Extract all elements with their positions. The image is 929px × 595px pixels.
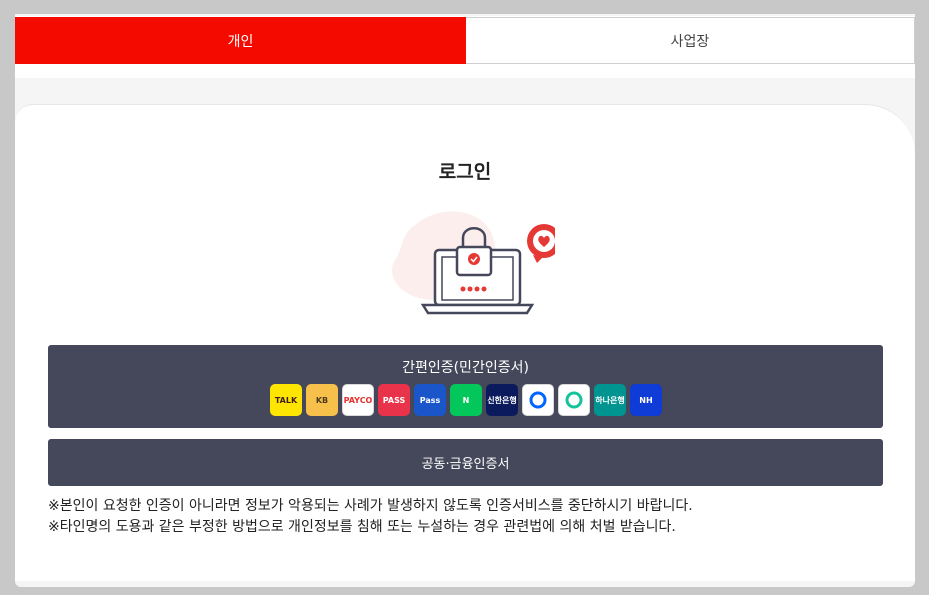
tab-business[interactable]: 사업장	[466, 17, 915, 64]
kb-bank-icon[interactable]: KB	[306, 384, 338, 416]
payco-icon[interactable]: PAYCO	[342, 384, 374, 416]
certificate-auth-button[interactable]: 공동·금융인증서	[48, 439, 883, 486]
hana-bank-icon[interactable]: 하나은행	[594, 384, 626, 416]
kakaotalk-icon[interactable]: TALK	[270, 384, 302, 416]
warning-notice: ※본인이 요청한 인증이 아니라면 정보가 악용되는 사례가 발생하지 않도록 …	[48, 496, 693, 538]
shinhan-bank-icon[interactable]: 신한은행	[486, 384, 518, 416]
pass-icon[interactable]: PASS	[378, 384, 410, 416]
simple-auth-label: 간편인증(민간인증서)	[402, 360, 529, 376]
toss-icon[interactable]	[522, 384, 554, 416]
tab-bar: 개인 사업장	[15, 16, 915, 78]
laptop-lock-illustration	[391, 211, 555, 315]
notice-line: ※타인명의 도용과 같은 부정한 방법으로 개인정보를 침해 또는 누설하는 경…	[48, 519, 676, 535]
simple-auth-button[interactable]: 간편인증(민간인증서) TALK KB PAYCO PASS Pass N 신한은행 하나은행…	[48, 345, 883, 428]
banksalad-icon[interactable]	[558, 384, 590, 416]
provider-logos: TALK KB PAYCO PASS Pass N 신한은행 하나은행 NH	[270, 384, 662, 416]
samsung-pass-icon[interactable]: Pass	[414, 384, 446, 416]
login-title: 로그인	[438, 161, 492, 183]
login-frame: 개인 사업장 로그인 간편인증(민간인증서) TALK KB PAYCO PASS Pa…	[15, 14, 915, 587]
tab-personal[interactable]: 개인	[15, 17, 466, 64]
certificate-auth-label: 공동·금융인증서	[421, 457, 510, 472]
naver-icon[interactable]: N	[450, 384, 482, 416]
login-card: 로그인 간편인증(민간인증서) TALK KB PAYCO PASS Pass N 신한은행…	[15, 104, 915, 581]
notice-line: ※본인이 요청한 인증이 아니라면 정보가 악용되는 사례가 발생하지 않도록 …	[48, 498, 693, 514]
nh-bank-icon[interactable]: NH	[630, 384, 662, 416]
